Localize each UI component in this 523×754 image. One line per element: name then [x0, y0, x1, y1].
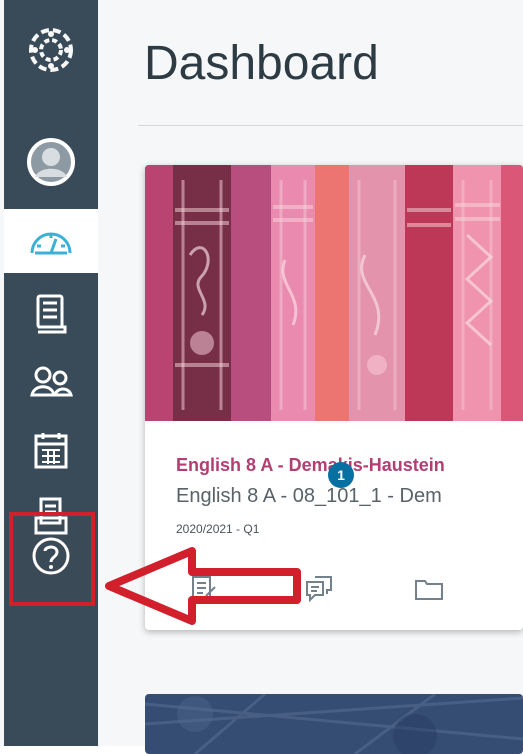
files-action[interactable]	[409, 568, 449, 608]
account-avatar-icon	[27, 138, 75, 186]
course-card-term: 2020/2021 - Q1	[176, 522, 260, 536]
account-link[interactable]	[4, 130, 98, 194]
course-card-second[interactable]	[145, 694, 523, 754]
course-card-title[interactable]: English 8 A - Demakis-Haustein	[176, 455, 445, 476]
canvas-logo-icon	[29, 28, 73, 72]
global-navigation	[4, 0, 98, 746]
help-highlight-box	[9, 512, 95, 606]
courses-icon	[36, 294, 67, 334]
groups-icon	[30, 366, 73, 397]
calendar-link[interactable]	[4, 418, 98, 482]
annotation-arrow-icon	[105, 547, 301, 625]
dashboard-icon	[30, 232, 72, 255]
calendar-icon	[34, 433, 68, 469]
second-course-card-image	[145, 694, 523, 754]
title-divider	[138, 125, 523, 126]
book-spines-image	[145, 165, 523, 421]
discussions-icon	[306, 576, 332, 603]
groups-link[interactable]	[4, 350, 98, 414]
course-card-image[interactable]	[145, 165, 523, 421]
canvas-logo-link[interactable]	[4, 18, 98, 82]
dashboard-link[interactable]	[4, 209, 98, 273]
discussion-notification-badge: 1	[328, 462, 354, 488]
files-icon	[415, 580, 443, 600]
page-title: Dashboard	[144, 37, 379, 90]
courses-link[interactable]	[4, 282, 98, 346]
course-card-subtitle: English 8 A - 08_101_1 - Dem	[176, 485, 442, 507]
canvas-dashboard-page: Dashboard English 8 A - Demakis-Haustein…	[0, 0, 523, 754]
